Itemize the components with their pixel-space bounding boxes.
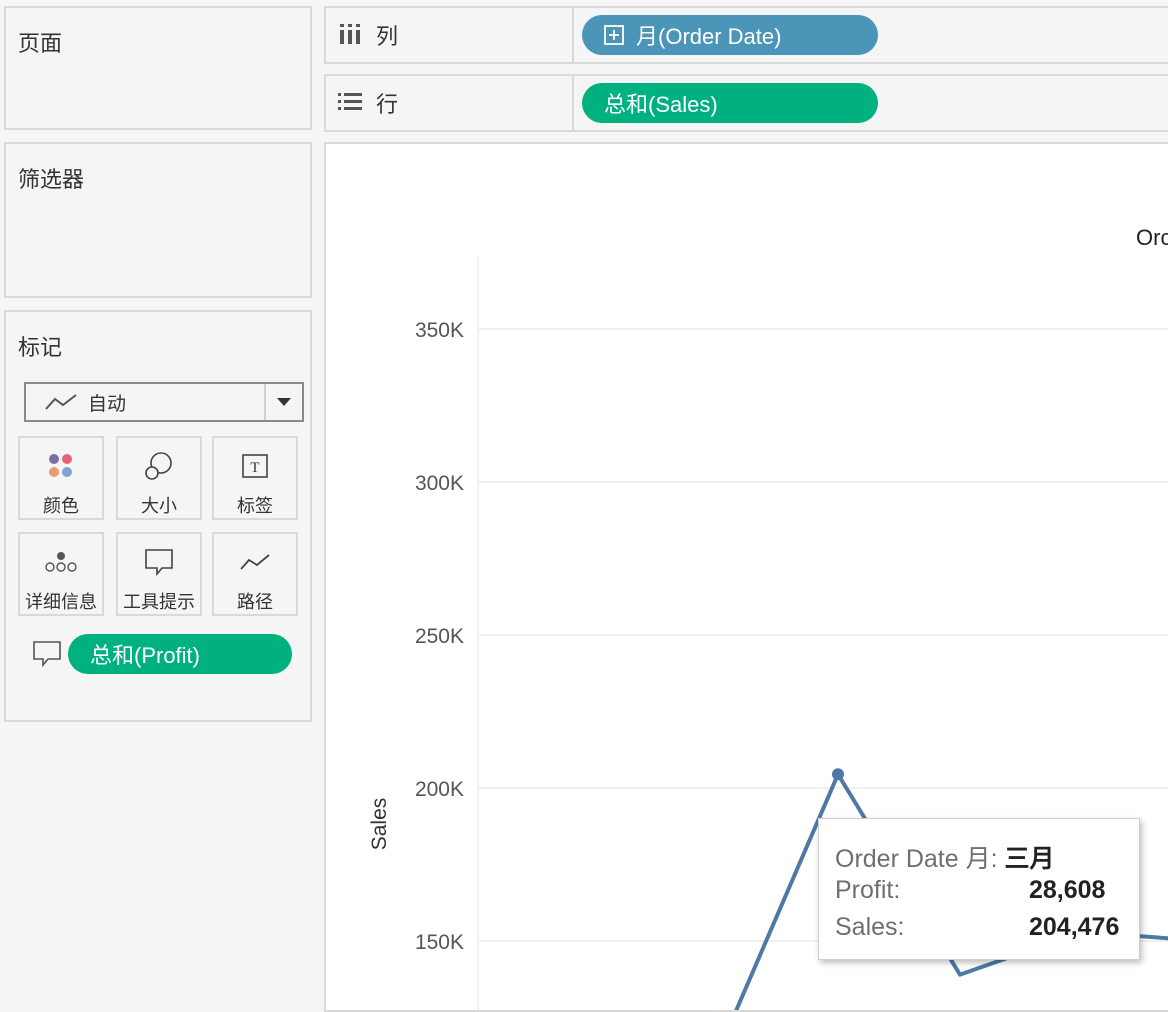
columns-icon	[338, 24, 362, 46]
y-axis-title: Sales	[368, 798, 391, 851]
tooltip-profit-value: 28,608	[1029, 876, 1106, 904]
text-label-icon: T	[235, 444, 275, 488]
rows-shelf-label: 行	[326, 76, 574, 130]
filters-title: 筛选器	[18, 167, 85, 192]
tooltip-profit-label: Profit:	[835, 876, 901, 904]
tooltip-card-label: 工具提示	[123, 592, 195, 612]
tooltip-sales-row: Sales: 204,476	[835, 913, 1135, 942]
y-tick-label: 200K	[415, 778, 464, 801]
marks-panel: 标记 自动 颜色 大小 T 标签 详细信息 工具提示 路径 总和(Profit)	[4, 310, 312, 722]
sales-sum-pill[interactable]: 总和(Sales)	[582, 83, 878, 123]
profit-pill-label: 总和(Profit)	[90, 643, 201, 668]
tooltip-sales-label: Sales:	[835, 913, 905, 941]
size-card[interactable]: 大小	[116, 436, 202, 520]
path-icon	[235, 540, 275, 584]
detail-card-label: 详细信息	[25, 592, 97, 612]
profit-tooltip-pill[interactable]: 总和(Profit)	[68, 634, 292, 674]
detail-icon	[41, 540, 81, 584]
tooltip-field-icon	[32, 640, 62, 673]
rows-shelf[interactable]: 行 总和(Sales)	[324, 74, 1168, 132]
marks-title: 标记	[18, 335, 63, 360]
detail-card[interactable]: 详细信息	[18, 532, 104, 616]
color-card[interactable]: 颜色	[18, 436, 104, 520]
tooltip-icon	[139, 540, 179, 584]
line-mark-icon	[44, 392, 78, 412]
columns-shelf-label: 列	[326, 8, 574, 62]
chart-header-text: Orc	[1136, 225, 1168, 250]
y-tick-label: 150K	[415, 931, 464, 954]
expand-plus-icon[interactable]	[604, 25, 624, 45]
selected-point[interactable]	[832, 768, 844, 781]
svg-text:T: T	[250, 460, 259, 476]
tooltip-date-value: 三月	[1004, 845, 1055, 873]
filters-panel[interactable]: 筛选器	[4, 142, 312, 298]
tooltip-profit-row: Profit: 28,608	[835, 876, 1135, 905]
path-card[interactable]: 路径	[212, 532, 298, 616]
sales-pill-label: 总和(Sales)	[604, 92, 718, 117]
tooltip-sales-value: 204,476	[1029, 913, 1120, 941]
path-card-label: 路径	[237, 592, 273, 612]
data-point-tooltip: Order Date 月: 三月 Profit: 28,608 Sales: 2…	[818, 818, 1140, 960]
rows-icon	[338, 92, 362, 114]
size-card-label: 大小	[141, 496, 177, 516]
order-date-pill[interactable]: 月(Order Date)	[582, 15, 878, 55]
label-card[interactable]: T 标签	[212, 436, 298, 520]
label-card-label: 标签	[237, 496, 273, 516]
color-card-label: 颜色	[43, 496, 79, 516]
tooltip-date-label: Order Date 月:	[835, 845, 998, 873]
tooltip-card[interactable]: 工具提示	[116, 532, 202, 616]
columns-shelf[interactable]: 列 月(Order Date)	[324, 6, 1168, 64]
y-tick-label: 300K	[415, 472, 464, 495]
y-tick-label: 250K	[415, 625, 464, 648]
chevron-down-icon[interactable]	[264, 384, 302, 420]
order-date-pill-label: 月(Order Date)	[636, 24, 782, 49]
mark-type-label: 自动	[88, 393, 127, 415]
columns-label-text: 列	[376, 24, 399, 49]
pages-panel[interactable]: 页面	[4, 6, 312, 130]
mark-type-dropdown[interactable]: 自动	[24, 382, 304, 422]
color-icon	[41, 444, 81, 488]
pages-title: 页面	[18, 31, 63, 56]
y-tick-label: 350K	[415, 319, 464, 342]
tooltip-date-row: Order Date 月: 三月	[835, 839, 1055, 875]
size-icon	[139, 444, 179, 488]
rows-label-text: 行	[376, 92, 399, 117]
